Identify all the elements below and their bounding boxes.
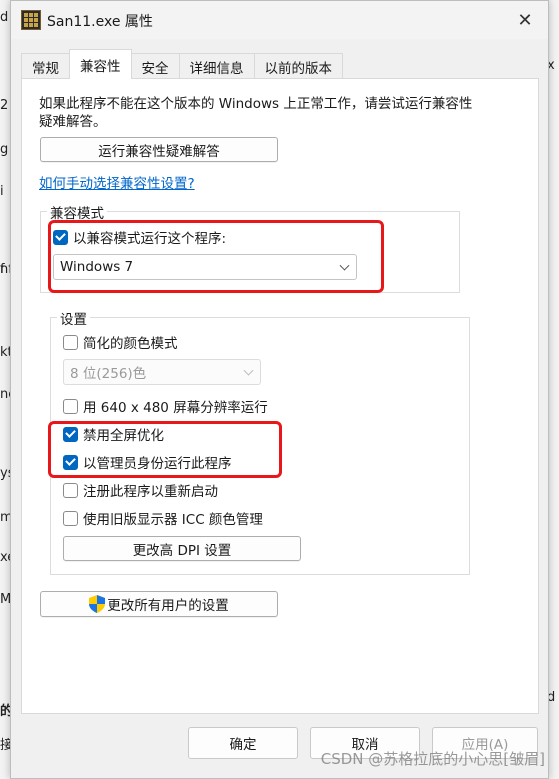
properties-dialog: San11.exe 属性 ✕ 常规 兼容性 安全 详细信息 以前的版本 如果此程… [10, 0, 549, 779]
reduced-color-label: 简化的颜色模式 [83, 336, 178, 352]
window-title: San11.exe 属性 [47, 14, 153, 30]
close-button[interactable]: ✕ [510, 5, 540, 35]
compat-mode-checkbox-row[interactable]: 以兼容模式运行这个程序: [53, 227, 226, 247]
checkbox-checked-icon[interactable] [63, 426, 78, 442]
run-as-admin-row[interactable]: 以管理员身份运行此程序 [63, 452, 232, 472]
watermark: CSDN @苏格拉底的小心思[皱眉] [320, 750, 545, 768]
disable-fullscreen-row[interactable]: 禁用全屏优化 [63, 424, 164, 444]
close-icon: ✕ [517, 9, 533, 31]
compatibility-panel: 如果此程序不能在这个版本的 Windows 上正常工作，请尝试运行兼容性疑难解答… [21, 78, 539, 714]
change-all-users-button[interactable]: 更改所有用户的设置 [40, 591, 278, 617]
res-640-label: 用 640 x 480 屏幕分辨率运行 [83, 400, 268, 416]
tab-general[interactable]: 常规 [21, 53, 70, 79]
app-icon [21, 10, 41, 30]
tab-previous-versions[interactable]: 以前的版本 [253, 53, 343, 79]
manual-settings-link[interactable]: 如何手动选择兼容性设置? [39, 172, 195, 192]
register-restart-label: 注册此程序以重新启动 [83, 484, 218, 500]
run-troubleshooter-button[interactable]: 运行兼容性疑难解答 [40, 137, 278, 162]
settings-group: 设置 简化的颜色模式 8 位(256)色 用 640 x 480 屏幕分辨率运行… [50, 308, 470, 575]
title-bar: San11.exe 属性 ✕ [11, 1, 548, 39]
uac-shield-icon [89, 595, 106, 613]
tab-details[interactable]: 详细信息 [178, 53, 255, 79]
chevron-down-icon [243, 365, 254, 376]
disable-fullscreen-label: 禁用全屏优化 [83, 428, 164, 444]
legacy-icc-label: 使用旧版显示器 ICC 颜色管理 [83, 512, 263, 528]
color-depth-select: 8 位(256)色 [63, 359, 261, 385]
legacy-icc-row[interactable]: 使用旧版显示器 ICC 颜色管理 [63, 508, 263, 528]
checkbox-checked-icon[interactable] [63, 454, 78, 470]
settings-group-label: 设置 [57, 308, 90, 328]
reduced-color-row[interactable]: 简化的颜色模式 [63, 332, 178, 352]
run-as-admin-label: 以管理员身份运行此程序 [83, 456, 232, 472]
checkbox-unchecked-icon[interactable] [63, 334, 78, 350]
change-dpi-button[interactable]: 更改高 DPI 设置 [63, 536, 301, 561]
os-version-value: Windows 7 [60, 259, 134, 275]
tab-bar: 常规 兼容性 安全 详细信息 以前的版本 [21, 49, 343, 79]
compat-mode-checkbox-label: 以兼容模式运行这个程序: [73, 231, 227, 247]
intro-text: 如果此程序不能在这个版本的 Windows 上正常工作，请尝试运行兼容性疑难解答… [39, 96, 473, 130]
compat-mode-group: 兼容模式 以兼容模式运行这个程序: Windows 7 [40, 202, 460, 293]
checkbox-unchecked-icon[interactable] [63, 510, 78, 526]
checkbox-unchecked-icon[interactable] [63, 482, 78, 498]
checkbox-checked-icon[interactable] [53, 229, 68, 245]
checkbox-unchecked-icon[interactable] [63, 398, 78, 414]
compat-mode-group-label: 兼容模式 [47, 202, 107, 222]
tab-security[interactable]: 安全 [130, 53, 180, 79]
tab-compatibility[interactable]: 兼容性 [69, 49, 132, 79]
os-version-select[interactable]: Windows 7 [53, 254, 357, 280]
change-all-users-label: 更改所有用户的设置 [107, 598, 229, 614]
chevron-down-icon [339, 260, 350, 271]
res-640-row[interactable]: 用 640 x 480 屏幕分辨率运行 [63, 396, 268, 416]
ok-button[interactable]: 确定 [188, 727, 298, 759]
color-depth-value: 8 位(256)色 [70, 366, 147, 382]
register-restart-row[interactable]: 注册此程序以重新启动 [63, 480, 218, 500]
